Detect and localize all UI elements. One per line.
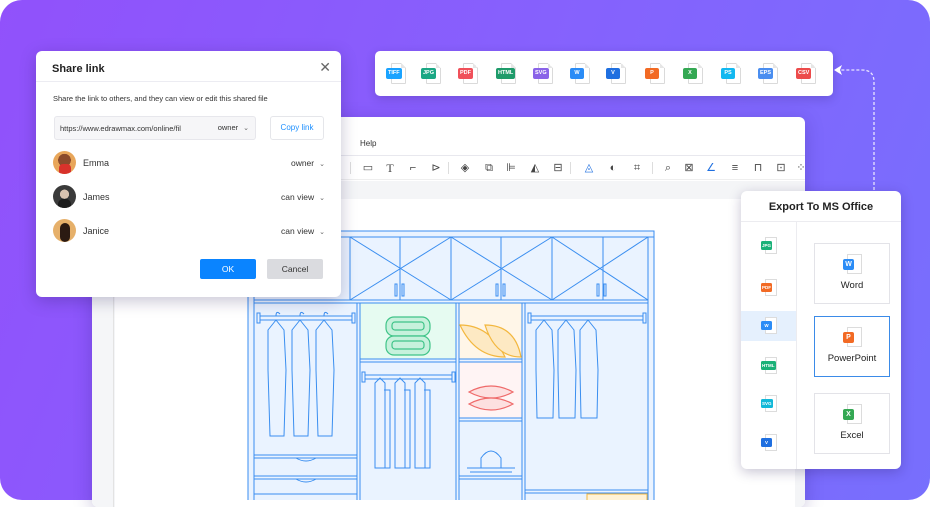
format-label: X [683,68,697,79]
link-permission-dropdown[interactable]: owner ⌄ [218,123,249,132]
member-row: James can view ⌄ [53,185,325,209]
html-file-icon: HTML [761,357,777,375]
chevron-down-icon: ⌄ [319,195,325,202]
format-p-icon[interactable]: P [645,63,667,85]
v-file-icon: V [761,434,777,452]
format-html-icon[interactable]: HTML [496,63,518,85]
format-label: HTML [761,361,776,370]
share-dialog: Share link ✕ Share the link to others, a… [36,51,341,297]
excel-icon: X [843,404,863,424]
format-csv-icon[interactable]: CSV [796,63,818,85]
format-label: W [761,321,772,330]
member-permission-dropdown[interactable]: owner ⌄ [291,158,325,168]
app-letter: W [843,259,854,270]
format-w-icon[interactable]: W [570,63,592,85]
format-label: JPG [421,68,437,79]
link-permission-label: owner [217,123,239,132]
chevron-down-icon: ⌄ [243,125,249,132]
export-side-item[interactable]: JPG [741,231,796,261]
format-label: PS [721,68,735,79]
export-ms-office-panel: Export To MS Office JPG PDF W HTML SVG V W Word… [741,191,901,469]
chevron-down-icon: ⌄ [319,161,325,168]
format-label: W [570,68,584,79]
member-permission-label: can view [281,192,315,202]
jpg-file-icon: JPG [761,237,777,255]
towels [385,316,431,356]
member-row: Janice can view ⌄ [53,219,325,243]
divider [741,221,901,222]
member-name: Emma [83,158,110,168]
ok-button[interactable]: OK [200,259,256,279]
format-label: CSV [796,68,812,79]
export-side-item[interactable]: PDF [741,273,796,303]
format-eps-icon[interactable]: EPS [758,63,780,85]
format-tiff-icon[interactable]: TIFF [386,63,408,85]
format-ps-icon[interactable]: PS [721,63,743,85]
member-permission-dropdown[interactable]: can view ⌄ [281,192,325,202]
export-excel-card[interactable]: X Excel [814,393,890,454]
format-x-icon[interactable]: X [683,63,705,85]
avatar-emma [53,151,76,174]
export-card-label: PowerPoint [827,353,877,364]
export-format-bar: TIFF JPG PDF HTML SVG W V P X PS EPS CSV [375,51,833,96]
avatar-james [53,185,76,208]
yellow-drawer [586,493,648,500]
export-side-item[interactable]: V [741,428,796,458]
member-name: Janice [83,226,110,236]
export-side-item[interactable]: HTML [741,351,796,381]
format-jpg-icon[interactable]: JPG [421,63,443,85]
member-row: Emma owner ⌄ [53,151,325,175]
format-label: PDF [458,68,473,79]
export-side-item[interactable]: W [741,311,796,341]
format-label: TIFF [386,68,402,79]
chevron-down-icon: ⌄ [319,229,325,236]
member-permission-label: can view [281,226,315,236]
format-svg-icon[interactable]: SVG [533,63,555,85]
app-letter: P [843,332,854,343]
format-label: SVG [533,68,549,79]
format-label: HTML [496,68,516,79]
app-letter: X [843,409,854,420]
word-icon: W [843,254,863,274]
w-file-icon: W [761,317,777,335]
powerpoint-icon: P [843,327,863,347]
share-description: Share the link to others, and they can v… [53,94,268,103]
member-permission-label: owner [290,158,315,168]
format-label: V [606,68,620,79]
arrow-head-icon [834,65,842,75]
divider [36,81,341,82]
export-card-label: Word [840,280,864,291]
export-card-label: Excel [840,430,864,441]
pdf-file-icon: PDF [761,279,777,297]
divider [796,222,797,469]
export-word-card[interactable]: W Word [814,243,890,304]
export-powerpoint-card[interactable]: P PowerPoint [814,316,890,377]
format-v-icon[interactable]: V [606,63,628,85]
format-label: PDF [761,283,772,292]
format-label: V [761,438,772,447]
share-link-field[interactable]: owner ⌄ [54,116,256,140]
dashed-arrow [834,65,875,190]
member-name: James [83,192,110,202]
export-panel-title: Export To MS Office [768,201,874,213]
format-label: EPS [758,68,774,79]
avatar-janice [53,219,76,242]
format-label: JPG [761,241,773,250]
format-pdf-icon[interactable]: PDF [458,63,480,85]
format-label: SVG [761,399,773,408]
share-link-input[interactable] [60,122,202,135]
cancel-button[interactable]: Cancel [267,259,323,279]
copy-link-button[interactable]: Copy link [270,116,324,140]
export-side-item[interactable]: SVG [741,389,796,419]
close-icon[interactable]: ✕ [319,59,331,76]
format-label: P [645,68,659,79]
member-permission-dropdown[interactable]: can view ⌄ [281,226,325,236]
svg-file-icon: SVG [761,395,777,413]
share-dialog-title: Share link [52,63,105,75]
